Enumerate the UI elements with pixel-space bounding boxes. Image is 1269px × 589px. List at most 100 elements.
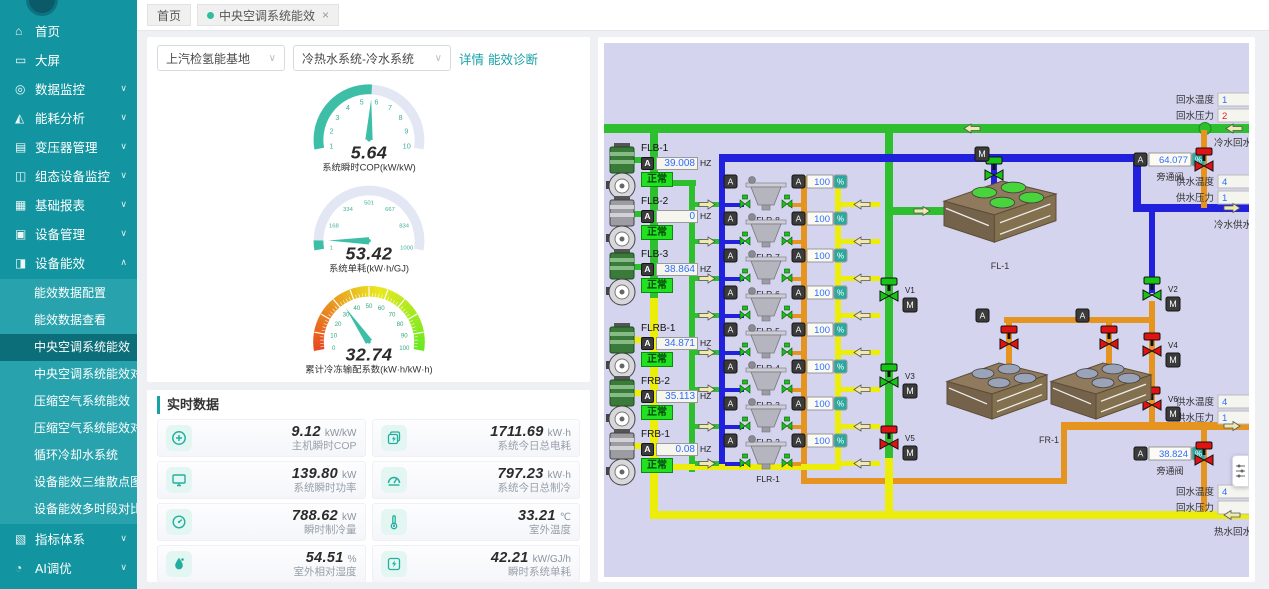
pump[interactable]: FRB-1 A0.08HZ 正常: [606, 429, 724, 487]
sidebar-item-device-efficiency[interactable]: ◨ 设备能效 ∧: [0, 248, 137, 277]
analog-badge: A: [641, 390, 654, 403]
realtime-title: 实时数据: [157, 396, 580, 414]
metric-tile-total-cooling: 797.23kW·h系统今日总制冷: [372, 461, 581, 499]
svg-text:53.42: 53.42: [345, 244, 392, 264]
diagram-tools-button[interactable]: [1232, 455, 1249, 487]
sidebar-item-indicator-system[interactable]: ▧ 指标体系 ∨: [0, 524, 137, 553]
svg-text:100: 100: [814, 436, 830, 447]
sidebar-item-3d-scatter[interactable]: 设备能效三维散点图: [0, 469, 137, 496]
power-icon: [166, 467, 192, 493]
sidebar-item-bigscreen[interactable]: ▭ 大屏: [0, 45, 137, 74]
pump[interactable]: FRB-2 A35.113HZ 正常: [606, 376, 724, 434]
svg-text:0: 0: [332, 345, 336, 352]
sidebar-item-transformer[interactable]: ▤ 变压器管理 ∨: [0, 132, 137, 161]
svg-text:4: 4: [345, 103, 349, 112]
svg-text:A: A: [728, 399, 734, 409]
sidebar-item-central-ac-efficiency[interactable]: 中央空调系统能效: [0, 334, 137, 361]
gauge-unit-consumption: 1168334501667834100053.42系统单耗(kW·h/GJ): [157, 174, 580, 275]
svg-text:A: A: [796, 399, 802, 409]
svg-text:38.824: 38.824: [1159, 449, 1188, 460]
svg-text:%: %: [837, 178, 844, 187]
metric-tile-total-energy: 1711.69kW·h系统今日总电耗: [372, 419, 581, 457]
active-tab-dot: [207, 12, 214, 19]
sidebar-item-cooling-water[interactable]: 循环冷却水系统: [0, 442, 137, 469]
svg-text:40: 40: [353, 305, 360, 312]
svg-text:10: 10: [402, 141, 410, 150]
tab-central-ac-efficiency[interactable]: 中央空调系统能效 ×: [197, 4, 339, 26]
report-icon: ▦: [15, 198, 35, 212]
svg-text:M: M: [906, 300, 914, 310]
pump[interactable]: FLB-2 A0HZ 正常: [606, 196, 724, 254]
site-select[interactable]: 上汽检氢能基地 ∨: [157, 45, 285, 71]
sidebar-item-multi-period[interactable]: 设备能效多时段对比: [0, 496, 137, 523]
svg-text:M: M: [978, 149, 986, 159]
system-select[interactable]: 冷热水系统-冷水系统 ∨: [293, 45, 451, 71]
sidebar-item-basic-report[interactable]: ▦ 基础报表 ∨: [0, 190, 137, 219]
ai-icon: ◔: [15, 561, 35, 575]
sidebar-item-scada-devices[interactable]: ◫ 组态设备监控 ∨: [0, 161, 137, 190]
svg-text:90: 90: [400, 333, 407, 340]
svg-text:FL-1: FL-1: [991, 261, 1010, 271]
chevron-down-icon: ∨: [120, 112, 127, 123]
svg-text:1: 1: [1222, 413, 1227, 424]
metric-tile-cop: 9.12kW/kW主机瞬时COP: [157, 419, 366, 457]
svg-text:10: 10: [330, 333, 337, 340]
tab-home[interactable]: 首页: [147, 4, 191, 26]
tab-bar: 首页 中央空调系统能效 ×: [137, 0, 1269, 31]
svg-text:V2: V2: [1168, 285, 1178, 294]
svg-text:1: 1: [329, 245, 332, 251]
svg-text:4: 4: [1222, 487, 1227, 498]
svg-text:A: A: [1138, 155, 1144, 165]
svg-text:供水温度: 供水温度: [1176, 176, 1215, 188]
sidebar-item-data-monitor[interactable]: ◎ 数据监控 ∨: [0, 74, 137, 103]
app-logo: [26, 0, 58, 16]
consumption-icon: [381, 551, 407, 577]
sidebar-item-eff-data-view[interactable]: 能效数据查看: [0, 307, 137, 334]
svg-text:系统瞬时COP(kW/kW): 系统瞬时COP(kW/kW): [322, 162, 416, 173]
detail-link[interactable]: 详情: [459, 49, 484, 68]
cop-icon: [166, 425, 192, 451]
sidebar-item-home[interactable]: ⌂ 首页: [0, 16, 137, 45]
close-icon[interactable]: ×: [322, 8, 329, 22]
svg-text:A: A: [796, 214, 802, 224]
metric-tile-outdoor-temp: 33.21℃室外温度: [372, 503, 581, 541]
svg-text:A: A: [796, 251, 802, 261]
chevron-down-icon: ∨: [120, 170, 127, 181]
svg-text:64.077: 64.077: [1159, 155, 1188, 166]
svg-text:32.74: 32.74: [345, 345, 392, 365]
chevron-down-icon: ∨: [269, 53, 276, 64]
svg-text:A: A: [728, 251, 734, 261]
svg-text:1: 1: [1222, 95, 1227, 106]
sidebar-item-eff-data-config[interactable]: 能效数据配置: [0, 280, 137, 307]
sliders-icon: [1236, 463, 1245, 479]
gauge-cop: 123456789105.64系统瞬时COP(kW/kW): [157, 73, 580, 174]
sidebar-item-ai-tuning[interactable]: ◔ AI调优 ∨: [0, 553, 137, 582]
svg-text:4: 4: [1222, 397, 1227, 408]
sidebar-item-device-mgmt[interactable]: ▣ 设备管理 ∨: [0, 219, 137, 248]
pump[interactable]: FLRB-1 A34.871HZ 正常: [606, 323, 724, 381]
svg-text:70: 70: [388, 311, 395, 318]
sidebar-item-energy-analysis[interactable]: ◭ 能耗分析 ∨: [0, 103, 137, 132]
pump-icon: [606, 323, 638, 381]
sidebar-item-air-compressor-eff[interactable]: 压缩空气系统能效: [0, 388, 137, 415]
pump[interactable]: FLB-3 A38.864HZ 正常: [606, 249, 724, 307]
sidebar-item-air-compressor-benchmark[interactable]: 压缩空气系统能效对标: [0, 415, 137, 442]
svg-text:M: M: [906, 386, 914, 396]
chevron-down-icon: ∨: [120, 562, 127, 573]
diagnosis-link[interactable]: 能效诊断: [488, 49, 538, 68]
svg-text:A: A: [728, 325, 734, 335]
svg-text:100: 100: [814, 288, 830, 299]
svg-text:A: A: [728, 214, 734, 224]
svg-text:334: 334: [343, 207, 354, 213]
sidebar-item-central-ac-benchmark[interactable]: 中央空调系统能效对标: [0, 361, 137, 388]
pump[interactable]: FLB-1 A39.008HZ 正常: [606, 143, 724, 201]
device-icon: ▣: [15, 227, 35, 241]
svg-text:100: 100: [814, 214, 830, 225]
metric-tile-cooling-capacity: 788.62kW瞬时制冷量: [157, 503, 366, 541]
status-badge: 正常: [641, 172, 673, 187]
hvac-diagram[interactable]: FLR-8AA100%FLR-7AA100%FLR-6AA100%FLR-5AA…: [604, 43, 1249, 577]
energy-icon: [381, 425, 407, 451]
home-icon: ⌂: [15, 24, 35, 38]
svg-text:3: 3: [335, 113, 339, 122]
unit-consumption-gauge-chart: 1168334501667834100053.42系统单耗(kW·h/GJ): [271, 174, 467, 275]
